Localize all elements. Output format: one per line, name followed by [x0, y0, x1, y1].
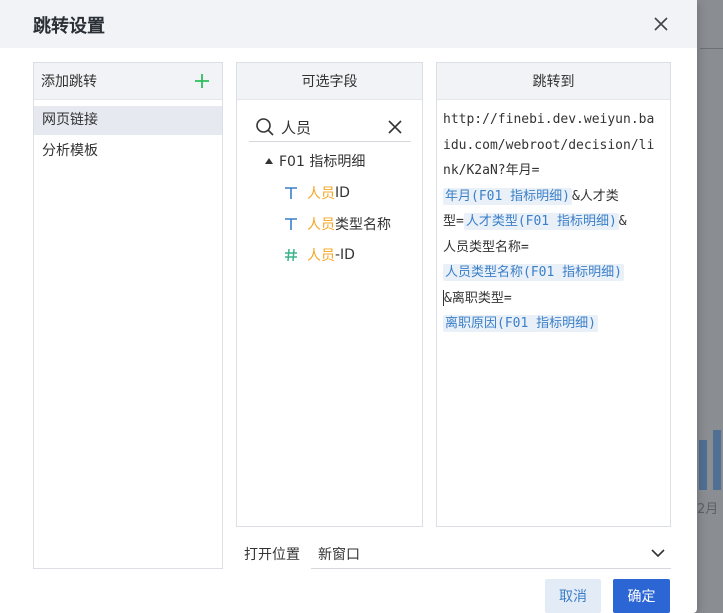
field-search	[249, 113, 411, 142]
close-icon	[654, 17, 668, 31]
field-rest: 类型名称	[335, 217, 391, 233]
field-rest: ID	[335, 185, 350, 201]
confirm-button[interactable]: 确定	[613, 579, 670, 613]
fields-panel: 可选字段 F01 指标明细 人员ID	[236, 62, 423, 527]
url-line: 人员类型名称(F01 指标明细)	[443, 260, 665, 286]
add-jump-button[interactable]	[194, 73, 210, 89]
number-type-icon	[285, 248, 297, 262]
param-chip[interactable]: 人员类型名称(F01 指标明细)	[443, 264, 624, 281]
add-jump-label: 添加跳转	[41, 74, 97, 90]
url-text: &离职类型=	[444, 290, 512, 306]
url-line: http://finebi.dev.weiyun.ba	[443, 112, 655, 127]
field-match: 人员	[307, 186, 335, 202]
field-match: 人员	[307, 248, 335, 264]
param-chip[interactable]: 人才类型(F01 指标明细)	[463, 213, 619, 230]
bg-chart-bar	[713, 430, 721, 490]
param-chip[interactable]: 年月(F01 指标明细)	[443, 187, 572, 205]
tree-group-f01[interactable]: F01 指标明细	[265, 151, 365, 171]
url-line: 年月(F01 指标明细) &人才类	[443, 184, 665, 210]
dialog-header: 跳转设置	[0, 0, 697, 48]
dialog-title: 跳转设置	[33, 16, 105, 37]
text-type-icon	[285, 187, 297, 199]
field-match: 人员	[307, 217, 335, 233]
field-item[interactable]: 人员 -ID	[283, 245, 355, 265]
jump-item-web-link[interactable]: 网页链接	[34, 106, 222, 135]
jump-target-header: 跳转到	[437, 63, 670, 100]
url-line: idu.com/webroot/decision/li	[443, 137, 655, 153]
open-position-value: 新窗口	[318, 547, 360, 563]
bg-month-label: 2月	[697, 502, 719, 517]
text-type-icon	[285, 218, 297, 230]
plus-icon	[195, 74, 209, 88]
jump-list-header: 添加跳转	[34, 63, 222, 100]
fields-header: 可选字段	[237, 63, 422, 100]
open-position-select[interactable]: 新窗口	[311, 538, 671, 569]
search-icon	[256, 118, 274, 136]
jump-list-panel: 添加跳转 网页链接 分析模板	[33, 62, 223, 569]
open-position-label: 打开位置	[244, 547, 300, 563]
field-search-input[interactable]	[279, 117, 383, 137]
field-item[interactable]: 人员 ID	[283, 183, 350, 203]
url-line: &离职类型=	[443, 286, 665, 312]
close-button[interactable]	[650, 13, 672, 35]
field-item[interactable]: 人员 类型名称	[283, 214, 391, 234]
url-text: &人才类	[571, 188, 619, 204]
url-line: nk/K2aN?年月=	[443, 163, 540, 178]
caret-up-icon	[265, 158, 273, 164]
jump-target-panel: 跳转到 http://finebi.dev.weiyun.ba idu.com/…	[436, 62, 671, 527]
field-rest: -ID	[335, 247, 355, 263]
jump-item-analysis-template[interactable]: 分析模板	[34, 137, 222, 166]
param-chip[interactable]: 离职原因(F01 指标明细)	[443, 315, 598, 332]
url-line: 离职原因(F01 指标明细)	[443, 311, 665, 337]
bg-divider	[700, 48, 723, 49]
jump-settings-dialog: 跳转设置 添加跳转 网页链接 分析模板 可选字段 人员 F01 指标明细 人员 …	[0, 0, 697, 613]
url-text: 型=	[443, 214, 464, 229]
close-icon	[388, 120, 402, 134]
bg-chart-bar	[699, 440, 707, 490]
cancel-button[interactable]: 取消	[545, 579, 601, 613]
clear-search-button[interactable]	[387, 119, 403, 135]
chevron-down-icon	[651, 549, 665, 558]
tree-group-label: F01 指标明细	[279, 154, 366, 170]
url-text: &	[618, 214, 627, 229]
url-editor[interactable]: http://finebi.dev.weiyun.ba idu.com/webr…	[443, 107, 665, 337]
url-line: 人员类型名称=	[443, 239, 529, 255]
url-line: 型= 人才类型(F01 指标明细) &	[443, 209, 665, 235]
